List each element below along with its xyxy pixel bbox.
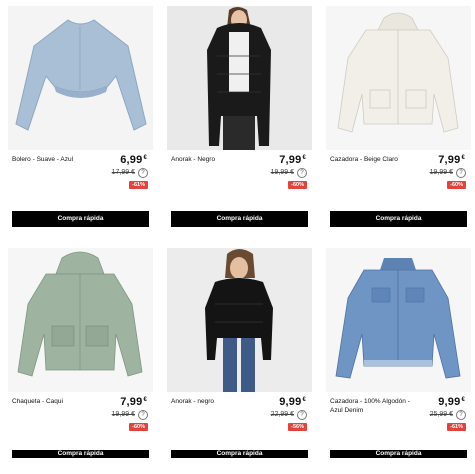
product-name[interactable]: Cazadora - Beige Claro	[330, 156, 416, 165]
product-card[interactable]: Bolero - Suave - Azul 6,99€ 17,99 € ? -6…	[8, 6, 153, 232]
product-old-price: 17,99 €	[111, 169, 135, 176]
question-circle-icon[interactable]: ?	[138, 410, 148, 420]
product-price: 7,99€	[279, 154, 306, 166]
discount-badge: -60%	[288, 181, 307, 189]
product-price: 9,99€	[279, 396, 306, 408]
discount-badge: -56%	[288, 423, 307, 431]
product-name[interactable]: Anorak - negro	[171, 398, 257, 407]
quick-buy-button[interactable]: Compra rápida	[12, 450, 149, 458]
question-circle-icon[interactable]: ?	[456, 168, 466, 178]
product-image[interactable]	[326, 248, 471, 392]
discount-badge: -60%	[447, 181, 466, 189]
product-card[interactable]: Cazadora - 100% Algodón - Azul Denim 9,9…	[326, 248, 471, 474]
product-price: 7,99€	[438, 154, 465, 166]
product-card[interactable]: Anorak - Negro 7,99€ 19,99 € ? -60% Comp…	[167, 6, 312, 232]
product-image[interactable]	[167, 6, 312, 150]
question-circle-icon[interactable]: ?	[297, 168, 307, 178]
product-image[interactable]	[326, 6, 471, 150]
question-circle-icon[interactable]: ?	[297, 410, 307, 420]
product-image[interactable]	[167, 248, 312, 392]
quick-buy-button[interactable]: Compra rápida	[330, 211, 467, 227]
quick-buy-button[interactable]: Compra rápida	[12, 211, 149, 227]
product-old-price: 25,99 €	[429, 411, 453, 418]
product-old-price: 19,99 €	[429, 169, 453, 176]
product-old-price: 19,99 €	[270, 169, 294, 176]
product-image[interactable]	[8, 6, 153, 150]
question-circle-icon[interactable]: ?	[138, 168, 148, 178]
product-grid: Bolero - Suave - Azul 6,99€ 17,99 € ? -6…	[0, 0, 475, 474]
product-price: 9,99€	[438, 396, 465, 408]
product-image[interactable]	[8, 248, 153, 392]
product-name[interactable]: Chaqueta - Caqui	[12, 398, 98, 407]
product-price: 7,99€	[120, 396, 147, 408]
product-old-price: 19,99 €	[111, 411, 135, 418]
discount-badge: -60%	[129, 423, 148, 431]
quick-buy-button[interactable]: Compra rápida	[330, 450, 467, 458]
discount-badge: -61%	[129, 181, 148, 189]
product-name[interactable]: Cazadora - 100% Algodón - Azul Denim	[330, 398, 416, 415]
discount-badge: -61%	[447, 423, 466, 431]
product-card[interactable]: Anorak - negro 9,99€ 22,99 € ? -56% Comp…	[167, 248, 312, 474]
product-card[interactable]: Chaqueta - Caqui 7,99€ 19,99 € ? -60% Co…	[8, 248, 153, 474]
product-price: 6,99€	[120, 154, 147, 166]
quick-buy-button[interactable]: Compra rápida	[171, 450, 308, 458]
product-old-price: 22,99 €	[270, 411, 294, 418]
question-circle-icon[interactable]: ?	[456, 410, 466, 420]
quick-buy-button[interactable]: Compra rápida	[171, 211, 308, 227]
product-name[interactable]: Bolero - Suave - Azul	[12, 156, 98, 165]
product-name[interactable]: Anorak - Negro	[171, 156, 257, 165]
product-card[interactable]: Cazadora - Beige Claro 7,99€ 19,99 € ? -…	[326, 6, 471, 232]
